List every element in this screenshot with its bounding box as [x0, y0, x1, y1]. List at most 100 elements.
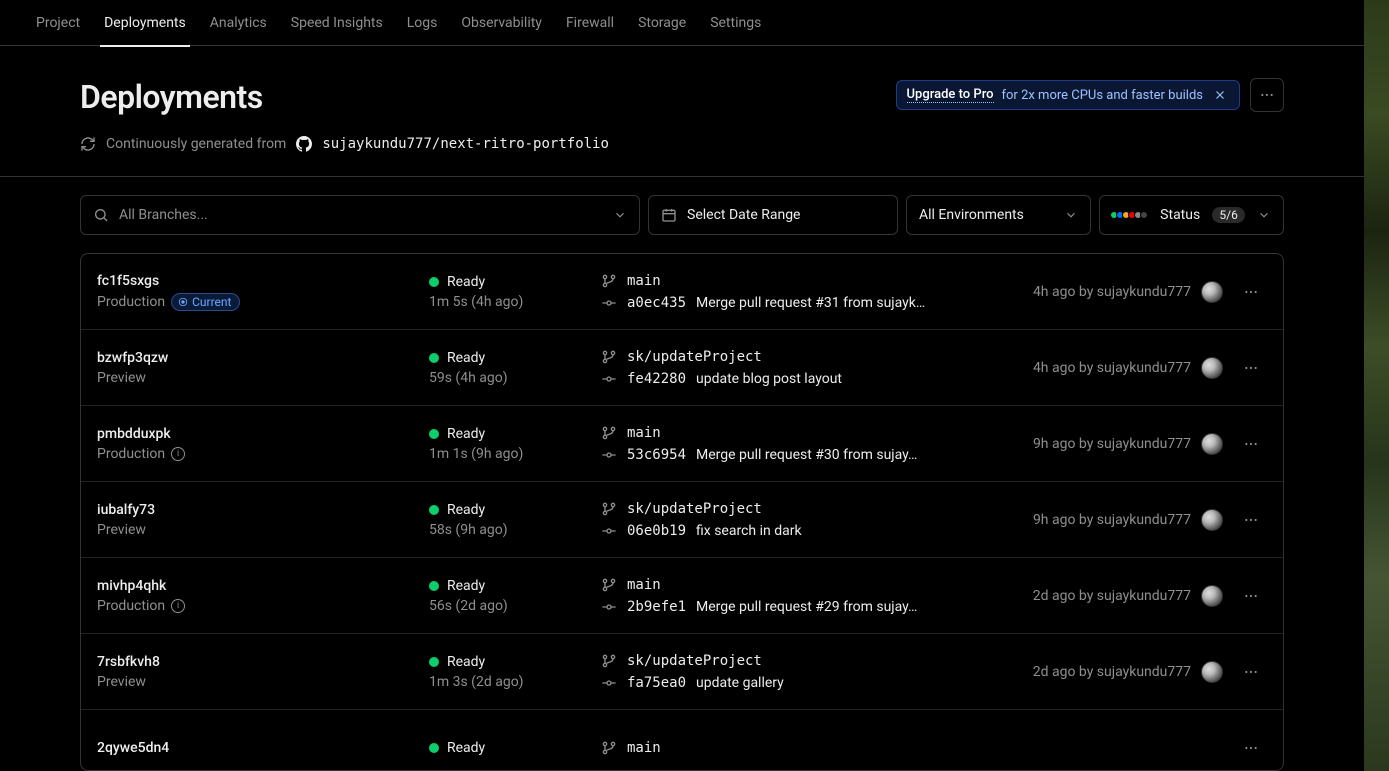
deployment-meta-cell: 9h ago by sujaykundu777: [1023, 433, 1223, 455]
branch-name[interactable]: sk/updateProject: [627, 501, 762, 517]
row-more-button[interactable]: [1235, 352, 1267, 384]
deployment-row[interactable]: pmbdduxpkProductioniReady1m 1s (9h ago)m…: [81, 406, 1283, 482]
deployment-status-cell: Ready 1m 5s (4h ago): [429, 274, 589, 310]
deployment-status-cell: Ready 1m 1s (9h ago): [429, 426, 589, 462]
chevron-down-icon: [1064, 208, 1078, 222]
upgrade-banner[interactable]: Upgrade to Pro for 2x more CPUs and fast…: [896, 80, 1240, 110]
branch-icon: [601, 740, 617, 756]
nav-tab-speed-insights[interactable]: Speed Insights: [279, 0, 395, 46]
commit-hash[interactable]: 2b9efe1: [627, 599, 686, 615]
date-range-filter[interactable]: Select Date Range: [648, 195, 898, 235]
deployment-id[interactable]: bzwfp3qzw: [97, 350, 417, 366]
branch-icon: [601, 653, 617, 669]
deployment-git-cell: sk/updateProject06e0b19fix search in dar…: [601, 501, 1011, 539]
avatar[interactable]: [1201, 509, 1223, 531]
branch-name[interactable]: main: [627, 425, 661, 441]
calendar-icon: [661, 207, 677, 223]
deployment-git-cell: main: [601, 740, 1011, 756]
branch-name[interactable]: main: [627, 577, 661, 593]
deployment-time-author: 4h ago by sujaykundu777: [1033, 360, 1191, 376]
deployment-id-cell: iubalfy73Preview: [97, 502, 417, 538]
deployment-git-cell: main 53c6954 Merge pull request #30 from s…: [601, 425, 1011, 463]
deployment-git-cell: sk/updateProjectfe42280update blog post …: [601, 349, 1011, 387]
deployment-duration: 1m 1s (9h ago): [429, 446, 589, 462]
row-more-button[interactable]: [1235, 732, 1267, 764]
page-title: Deployments: [80, 78, 263, 116]
filters-bar: All Branches... Select Date Range All En…: [0, 177, 1364, 253]
status-dot-ready: [429, 657, 439, 667]
commit-message: Merge pull request #31 from sujayk…: [696, 295, 925, 311]
deployment-env: Preview: [97, 674, 417, 690]
deployment-meta-cell: 2d ago by sujaykundu777: [1023, 661, 1223, 683]
status-text: Ready: [447, 274, 485, 290]
nav-tab-project[interactable]: Project: [24, 0, 92, 46]
close-icon[interactable]: [1211, 88, 1229, 102]
row-more-button[interactable]: [1235, 656, 1267, 688]
nav-tab-settings[interactable]: Settings: [698, 0, 773, 46]
info-icon[interactable]: i: [171, 599, 185, 613]
nav-tab-logs[interactable]: Logs: [395, 0, 450, 46]
deployment-id[interactable]: iubalfy73: [97, 502, 417, 518]
deployment-duration: 56s (2d ago): [429, 598, 589, 614]
header-more-button[interactable]: [1250, 78, 1284, 112]
branch-name[interactable]: main: [627, 740, 661, 756]
commit-hash[interactable]: 53c6954: [627, 447, 686, 463]
branches-filter[interactable]: All Branches...: [80, 195, 640, 235]
deployment-status-cell: Ready58s (9h ago): [429, 502, 589, 538]
deployment-row[interactable]: bzwfp3qzwPreviewReady59s (4h ago)sk/upda…: [81, 330, 1283, 406]
avatar[interactable]: [1201, 585, 1223, 607]
deployment-row[interactable]: 2qywe5dn4Readymain: [81, 710, 1283, 771]
branches-placeholder: All Branches...: [119, 207, 208, 223]
avatar[interactable]: [1201, 661, 1223, 683]
status-text: Ready: [447, 426, 485, 442]
commit-hash[interactable]: a0ec435: [627, 295, 686, 311]
row-more-button[interactable]: [1235, 580, 1267, 612]
deployment-id[interactable]: pmbdduxpk: [97, 426, 417, 442]
commit-hash[interactable]: fe42280: [627, 371, 686, 387]
deployment-id-cell: 2qywe5dn4: [97, 740, 417, 756]
deployment-id[interactable]: mivhp4qhk: [97, 578, 417, 594]
avatar[interactable]: [1201, 357, 1223, 379]
branch-icon: [601, 273, 617, 289]
commit-message: Merge pull request #30 from sujay…: [696, 447, 917, 463]
deployment-row[interactable]: fc1f5sxgsProductionCurrentReady1m 5s (4h…: [81, 254, 1283, 330]
deployment-id-cell: mivhp4qhkProductioni: [97, 578, 417, 614]
status-filter[interactable]: Status 5/6: [1099, 195, 1284, 235]
row-more-button[interactable]: [1235, 428, 1267, 460]
row-more-button[interactable]: [1235, 276, 1267, 308]
avatar[interactable]: [1201, 433, 1223, 455]
deployment-id[interactable]: fc1f5sxgs: [97, 273, 417, 289]
branch-name[interactable]: sk/updateProject: [627, 349, 762, 365]
commit-icon: [601, 447, 617, 463]
nav-tab-observability[interactable]: Observability: [449, 0, 554, 46]
deployment-id[interactable]: 7rsbfkvh8: [97, 654, 417, 670]
branch-name[interactable]: sk/updateProject: [627, 653, 762, 669]
commit-message: Merge pull request #29 from sujay…: [696, 599, 917, 615]
environment-filter[interactable]: All Environments: [906, 195, 1091, 235]
deployment-status-cell: Ready1m 3s (2d ago): [429, 654, 589, 690]
sub-prefix: Continuously generated from: [106, 136, 286, 152]
deployment-duration: 1m 5s (4h ago): [429, 294, 589, 310]
commit-hash[interactable]: fa75ea0: [627, 675, 686, 691]
status-count-badge: 5/6: [1212, 207, 1244, 223]
avatar[interactable]: [1201, 281, 1223, 303]
nav-tab-deployments[interactable]: Deployments: [92, 0, 198, 46]
deployment-row[interactable]: 7rsbfkvh8 Preview Ready1m 3s (2d ago) sk/up…: [81, 634, 1283, 710]
deployment-meta-cell: 4h ago by sujaykundu777: [1023, 281, 1223, 303]
deployment-meta-cell: 9h ago by sujaykundu777: [1023, 509, 1223, 531]
branch-name[interactable]: main: [627, 273, 661, 289]
repo-link[interactable]: sujaykundu777/next-ritro-portfolio: [322, 136, 609, 152]
info-icon[interactable]: i: [171, 447, 185, 461]
deployment-id[interactable]: 2qywe5dn4: [97, 740, 417, 756]
nav-tab-storage[interactable]: Storage: [626, 0, 698, 46]
deployment-row[interactable]: iubalfy73Preview Ready58s (9h ago) sk/upda…: [81, 482, 1283, 558]
deployment-row[interactable]: mivhp4qhkProductioniReady56s (2d ago)mai…: [81, 558, 1283, 634]
upgrade-rest: for 2x more CPUs and faster builds: [1002, 88, 1204, 103]
commit-icon: [601, 523, 617, 539]
chevron-down-icon: [1257, 208, 1271, 222]
commit-hash[interactable]: 06e0b19: [627, 523, 686, 539]
row-more-button[interactable]: [1235, 504, 1267, 536]
nav-tab-analytics[interactable]: Analytics: [198, 0, 279, 46]
nav-tab-firewall[interactable]: Firewall: [554, 0, 626, 46]
deployment-id-cell: 7rsbfkvh8 Preview: [97, 654, 417, 690]
